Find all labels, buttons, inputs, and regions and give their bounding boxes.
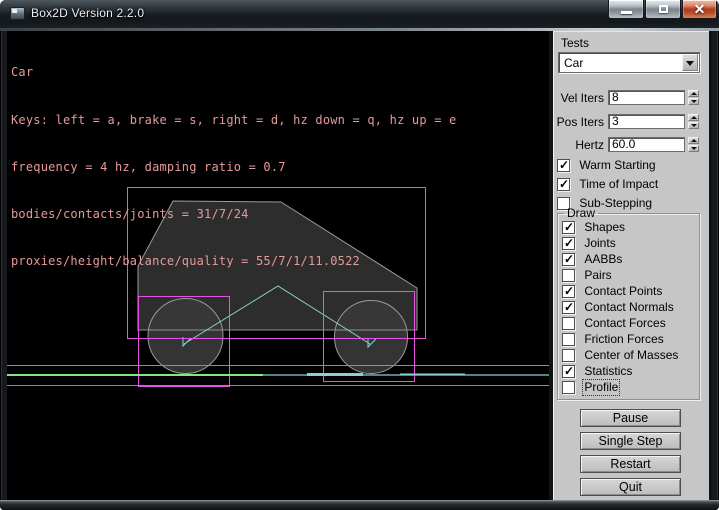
- draw-group-title: Draw: [564, 206, 598, 220]
- checkbox[interactable]: [562, 349, 575, 362]
- maximize-button[interactable]: [645, 0, 681, 19]
- spinner-up-button[interactable]: [688, 137, 699, 144]
- control-panel: Tests Car Vel Iters 8: [553, 31, 709, 500]
- action-button[interactable]: Pause: [580, 409, 681, 427]
- checkbox-row[interactable]: Shapes: [562, 221, 699, 234]
- checkbox-label: Profile: [584, 381, 618, 394]
- stats-line: Car: [11, 65, 456, 81]
- checkbox[interactable]: [562, 253, 575, 266]
- checkbox[interactable]: [562, 301, 575, 314]
- checkbox-label: Center of Masses: [584, 349, 678, 362]
- checkbox-label: Statistics: [584, 365, 632, 378]
- tests-dropdown-value: Car: [564, 56, 583, 70]
- spinner-input[interactable]: 3: [608, 114, 685, 129]
- checkbox[interactable]: [562, 237, 575, 250]
- checkbox-row[interactable]: Contact Points: [562, 285, 699, 298]
- checkbox[interactable]: [557, 159, 570, 172]
- action-button[interactable]: Quit: [580, 478, 681, 496]
- spinner-input[interactable]: 8: [608, 90, 685, 105]
- spinner-row: Vel Iters 8: [554, 90, 710, 105]
- checkbox[interactable]: [557, 178, 570, 191]
- debug-stats: Car Keys: left = a, brake = s, right = d…: [11, 34, 456, 301]
- spinner-row: Hertz 60.0: [554, 137, 710, 152]
- draw-checkbox-list: Shapes Joints AABBs: [562, 221, 699, 394]
- checkbox-label: Joints: [584, 237, 615, 250]
- checkbox[interactable]: [562, 381, 575, 394]
- spinner-down-button[interactable]: [688, 98, 699, 105]
- checkbox[interactable]: [562, 269, 575, 282]
- spinner-label: Pos Iters: [554, 115, 604, 129]
- rear-wheel-shape: [148, 299, 223, 374]
- stats-line: bodies/contacts/joints = 31/7/24: [11, 207, 456, 223]
- checkbox-row[interactable]: Warm Starting: [557, 159, 658, 172]
- checkbox[interactable]: [562, 333, 575, 346]
- minimize-icon: [621, 11, 632, 14]
- tests-dropdown[interactable]: Car: [558, 52, 700, 73]
- app-icon: [10, 7, 25, 20]
- checkbox[interactable]: [562, 221, 575, 234]
- checkbox-row[interactable]: Profile: [562, 381, 699, 394]
- checkbox-row[interactable]: Joints: [562, 237, 699, 250]
- stats-line: Keys: left = a, brake = s, right = d, hz…: [11, 113, 456, 129]
- checkbox-label: AABBs: [584, 253, 622, 266]
- close-icon: ✕: [683, 0, 716, 18]
- checkbox-label: Friction Forces: [584, 333, 663, 346]
- spinner-stepper: [688, 90, 699, 105]
- spinner-up-button[interactable]: [688, 114, 699, 121]
- spinner-stepper: [688, 114, 699, 129]
- checkbox-row[interactable]: AABBs: [562, 253, 699, 266]
- checkbox-label: Contact Forces: [584, 317, 665, 330]
- draw-group: Draw Shapes Joints: [557, 206, 700, 400]
- app-window: Box2D Version 2.2.0 ✕: [0, 0, 719, 510]
- tests-label: Tests: [561, 36, 589, 50]
- spinner-label: Vel Iters: [554, 91, 604, 105]
- checkbox-row[interactable]: Pairs: [562, 269, 699, 282]
- action-button[interactable]: Restart: [580, 455, 681, 473]
- spinner-row: Pos Iters 3: [554, 114, 710, 129]
- action-button[interactable]: Single Step: [580, 432, 681, 450]
- spinner-label: Hertz: [554, 138, 604, 152]
- spinner-list: Vel Iters 8 Pos Iters 3: [554, 90, 710, 161]
- spinner-stepper: [688, 137, 699, 152]
- checkbox-row[interactable]: Contact Normals: [562, 301, 699, 314]
- checkbox-row[interactable]: Time of Impact: [557, 178, 658, 191]
- checkbox[interactable]: [562, 285, 575, 298]
- checkbox[interactable]: [562, 317, 575, 330]
- checkbox-row[interactable]: Statistics: [562, 365, 699, 378]
- spinner-up-button[interactable]: [688, 90, 699, 97]
- window-title: Box2D Version 2.2.0: [31, 6, 144, 20]
- simulation-canvas[interactable]: Car Keys: left = a, brake = s, right = d…: [7, 31, 549, 500]
- maximize-icon: [659, 5, 668, 13]
- action-button-list: Pause Single Step Restart Quit: [580, 409, 681, 501]
- content-area: Car Keys: left = a, brake = s, right = d…: [7, 31, 712, 500]
- titlebar[interactable]: Box2D Version 2.2.0 ✕: [0, 0, 719, 28]
- checkbox[interactable]: [562, 365, 575, 378]
- checkbox-row[interactable]: Contact Forces: [562, 317, 699, 330]
- checkbox-label: Pairs: [584, 269, 611, 282]
- checkbox-label: Contact Points: [584, 285, 662, 298]
- checkbox-row[interactable]: Friction Forces: [562, 333, 699, 346]
- stats-line: proxies/height/balance/quality = 55/7/1/…: [11, 254, 456, 270]
- chevron-down-icon: [686, 61, 694, 66]
- checkbox-label: Time of Impact: [579, 178, 658, 191]
- spinner-down-button[interactable]: [688, 145, 699, 152]
- spinner-down-button[interactable]: [688, 122, 699, 129]
- dropdown-arrow-button[interactable]: [682, 54, 698, 71]
- spinner-input[interactable]: 60.0: [608, 137, 685, 152]
- close-button[interactable]: ✕: [682, 0, 717, 19]
- front-wheel-shape: [335, 301, 408, 374]
- checkbox-row[interactable]: Center of Masses: [562, 349, 699, 362]
- stats-line: frequency = 4 hz, damping ratio = 0.7: [11, 160, 456, 176]
- window-bottom-border: [0, 500, 719, 510]
- checkbox-label: Shapes: [584, 221, 625, 234]
- caption-buttons: ✕: [607, 0, 717, 19]
- checkbox-label: Contact Normals: [584, 301, 673, 314]
- checkbox-label: Warm Starting: [579, 159, 655, 172]
- minimize-button[interactable]: [608, 0, 644, 19]
